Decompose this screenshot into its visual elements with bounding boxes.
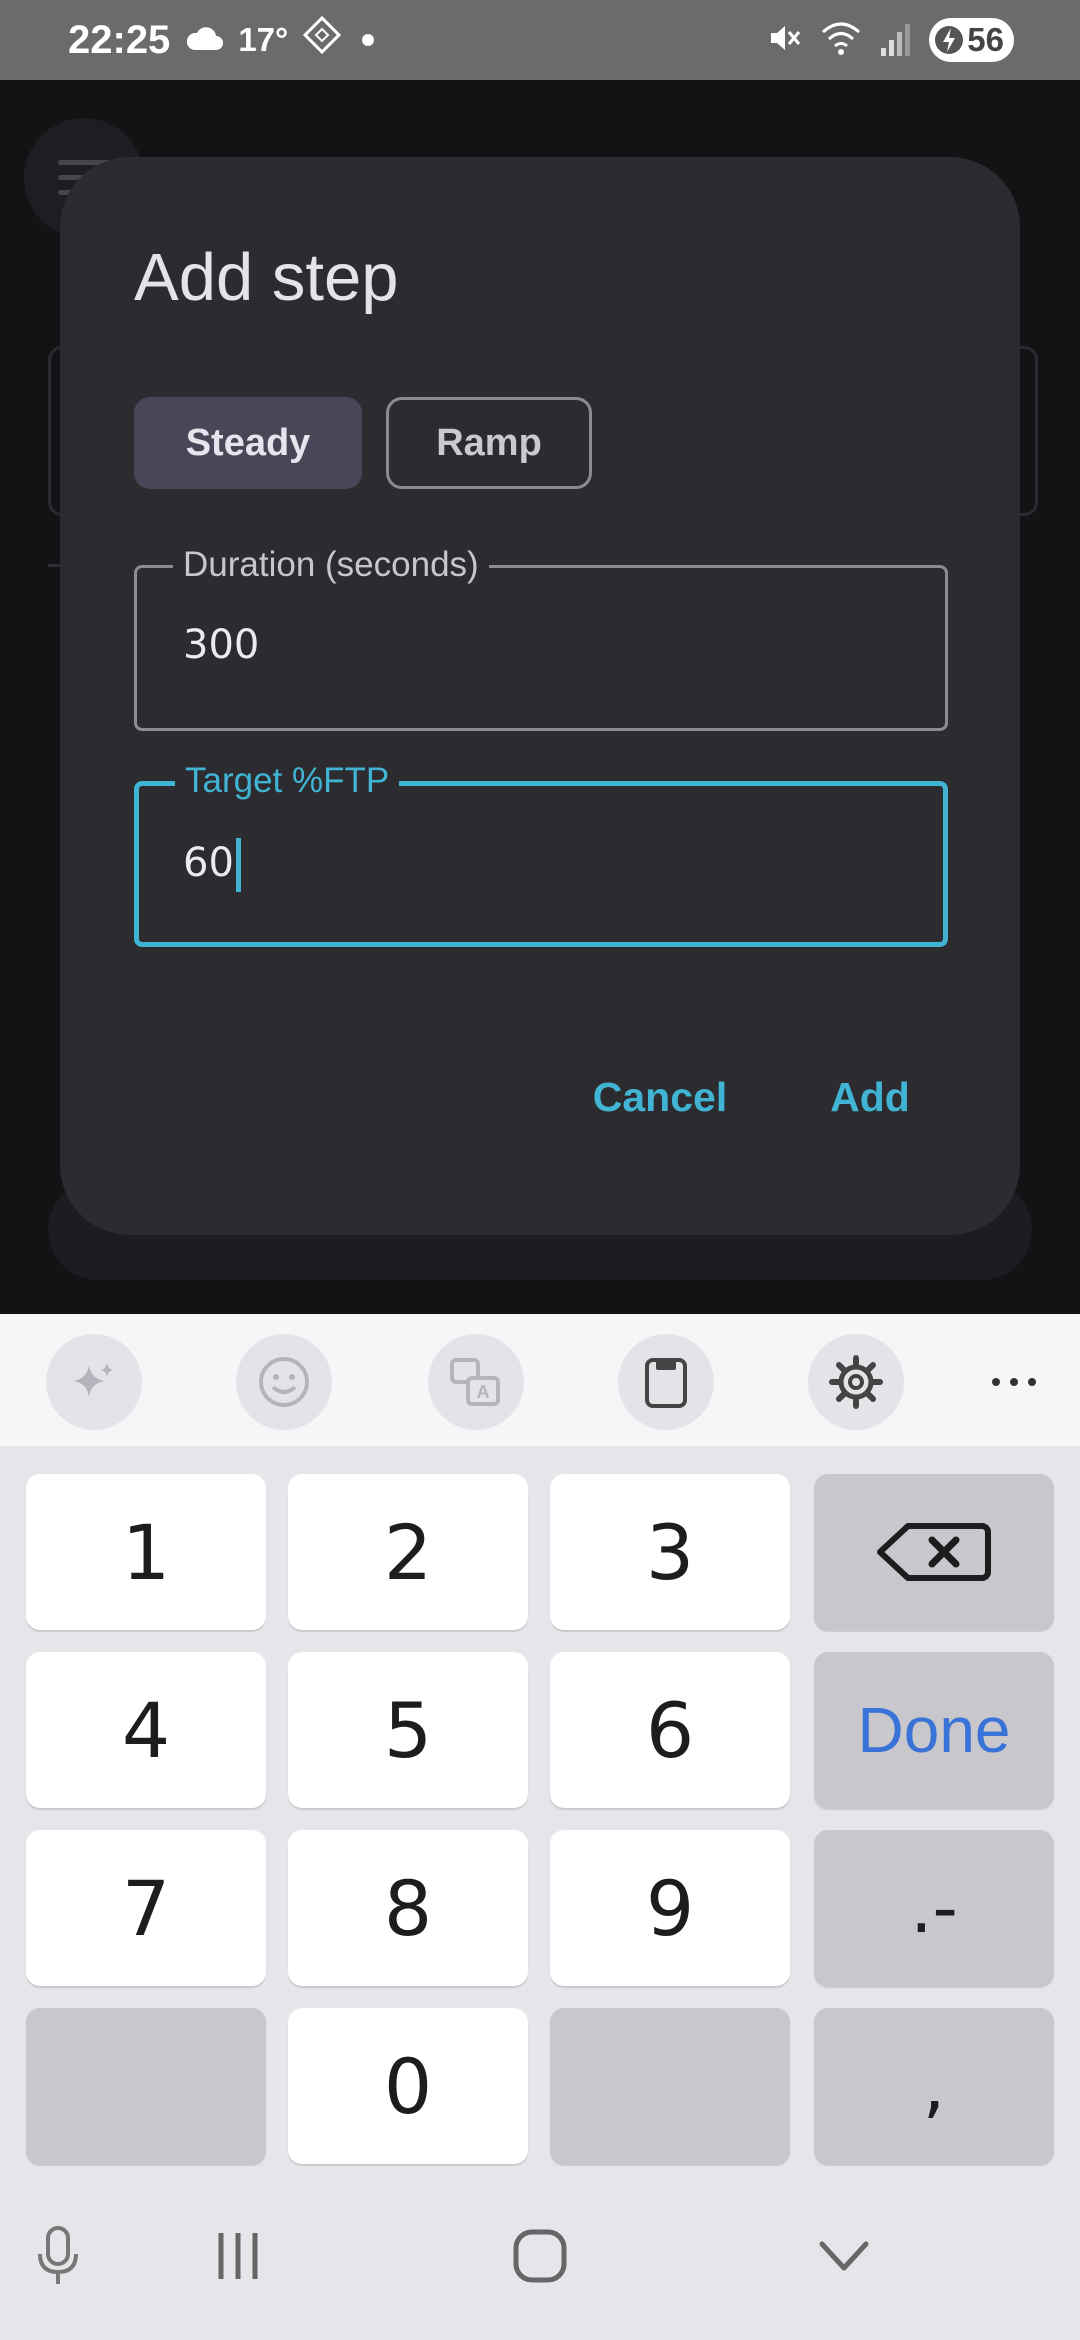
key-1[interactable]: 1 xyxy=(26,1474,266,1630)
recent-apps-icon[interactable] xyxy=(188,2206,288,2306)
duration-label: Duration (seconds) xyxy=(173,540,489,590)
svg-text:A: A xyxy=(477,1382,490,1402)
chevron-down-icon[interactable] xyxy=(794,2206,894,2306)
text-cursor xyxy=(235,838,241,892)
cancel-button[interactable]: Cancel xyxy=(560,1057,760,1137)
add-step-dialog: Add step Steady Ramp Duration (seconds) … xyxy=(60,157,1020,1235)
dot-minus-key[interactable]: .- xyxy=(814,1830,1054,1986)
location-diamond-icon xyxy=(302,15,342,65)
target-ftp-label: Target %FTP xyxy=(175,756,400,806)
dialog-title: Add step xyxy=(134,240,399,315)
key-8[interactable]: 8 xyxy=(288,1830,528,1986)
target-ftp-value: 60 xyxy=(183,840,234,886)
status-temperature: 17° xyxy=(238,21,289,58)
blank-key-left xyxy=(26,2008,266,2164)
key-5[interactable]: 5 xyxy=(288,1652,528,1808)
dot-icon xyxy=(356,19,380,62)
battery-charging-icon: 56 xyxy=(929,18,1014,62)
key-3[interactable]: 3 xyxy=(550,1474,790,1630)
done-key[interactable]: Done xyxy=(814,1652,1054,1808)
key-9[interactable]: 9 xyxy=(550,1830,790,1986)
target-ftp-field[interactable]: Target %FTP 60 xyxy=(134,756,948,947)
key-6[interactable]: 6 xyxy=(550,1652,790,1808)
home-icon[interactable] xyxy=(490,2206,590,2306)
cloud-icon xyxy=(184,19,224,62)
sparkle-icon[interactable] xyxy=(46,1334,142,1430)
backspace-key[interactable] xyxy=(814,1474,1054,1630)
translate-icon[interactable]: A xyxy=(428,1334,524,1430)
keyboard-toolbar: A xyxy=(0,1314,1080,1446)
ramp-chip[interactable]: Ramp xyxy=(386,397,592,489)
key-4[interactable]: 4 xyxy=(26,1652,266,1808)
emoji-icon[interactable] xyxy=(236,1334,332,1430)
numeric-keyboard: 1 2 3 4 5 6 Done 7 8 9 .- 0 , xyxy=(0,1446,1080,2166)
settings-icon[interactable] xyxy=(808,1334,904,1430)
navigation-bar xyxy=(0,2166,1080,2340)
mute-icon xyxy=(763,18,803,63)
status-bar: 22:25 17° 56 xyxy=(0,0,1080,80)
clipboard-icon[interactable] xyxy=(618,1334,714,1430)
target-ftp-value-wrap: 60 xyxy=(183,838,241,892)
comma-key[interactable]: , xyxy=(814,2008,1054,2164)
duration-field[interactable]: Duration (seconds) 300 xyxy=(134,540,948,731)
signal-icon xyxy=(879,18,913,63)
blank-key-right xyxy=(550,2008,790,2164)
backspace-icon xyxy=(877,1523,991,1581)
wifi-icon xyxy=(819,18,863,63)
key-7[interactable]: 7 xyxy=(26,1830,266,1986)
status-time: 22:25 xyxy=(68,17,171,62)
steady-chip[interactable]: Steady xyxy=(134,397,362,489)
battery-level: 56 xyxy=(967,21,1004,58)
key-2[interactable]: 2 xyxy=(288,1474,528,1630)
microphone-icon[interactable] xyxy=(8,2206,108,2306)
duration-value: 300 xyxy=(183,622,260,668)
add-button[interactable]: Add xyxy=(780,1057,960,1137)
more-icon[interactable] xyxy=(966,1334,1062,1430)
key-0[interactable]: 0 xyxy=(288,2008,528,2164)
